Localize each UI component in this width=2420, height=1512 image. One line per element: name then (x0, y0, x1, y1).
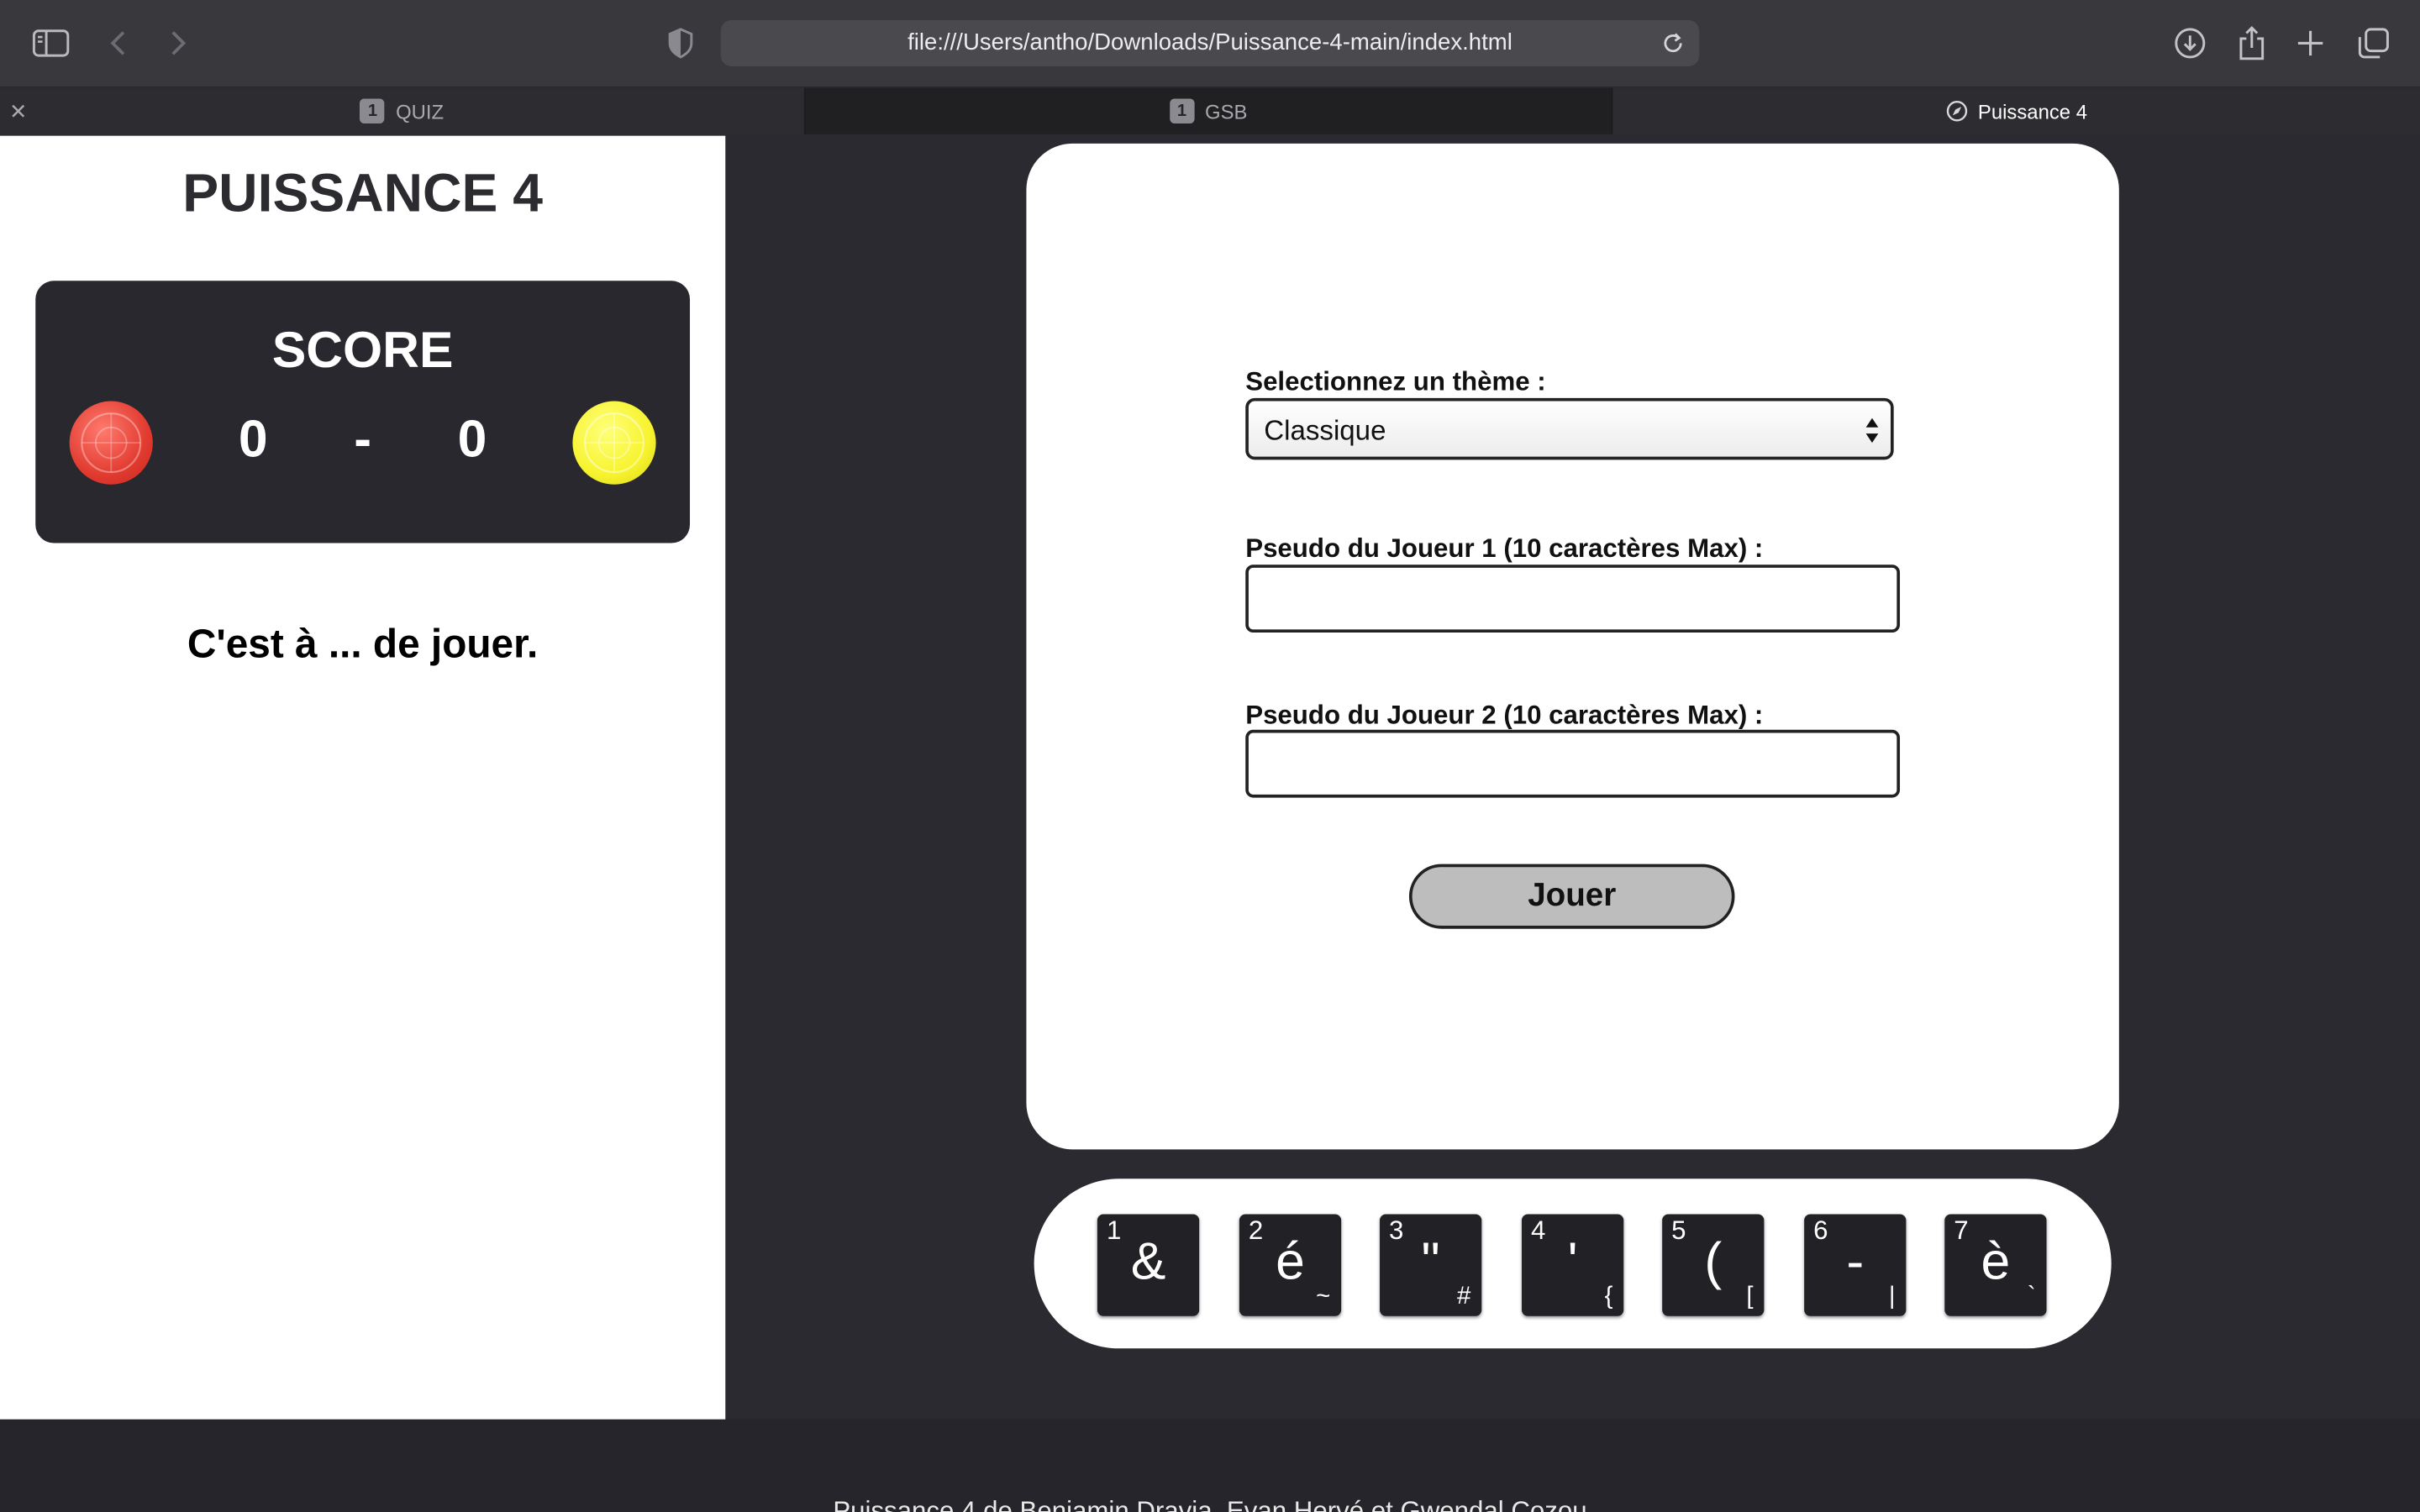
key-char: & (1130, 1232, 1166, 1292)
reload-icon[interactable] (1656, 26, 1690, 60)
key-alt: ~ (1316, 1284, 1331, 1310)
select-arrows-icon (1865, 417, 1879, 444)
player1-score: 0 (238, 410, 268, 470)
game-sidebar: PUISSANCE 4 SCORE 0 - 0 C'est à ... de j… (0, 135, 726, 1420)
privacy-shield-icon[interactable] (659, 22, 702, 65)
column-key-1[interactable]: 1 & (1097, 1214, 1200, 1316)
page-footer: Puissance 4 de Benjamin Dravia, Evan Her… (0, 1419, 2420, 1512)
theme-select-value: Classique (1264, 415, 1386, 446)
tab-puissance-4[interactable]: Puissance 4 (1612, 88, 2420, 134)
player1-label: Pseudo du Joueur 1 (10 caractères Max) : (1245, 533, 1764, 564)
turn-indicator: C'est à ... de jouer. (187, 620, 539, 667)
tab-gsb[interactable]: 1 GSB (805, 87, 1612, 134)
url-text[interactable]: file:///Users/antho/Downloads/Puissance-… (721, 29, 1699, 55)
page-content: PUISSANCE 4 SCORE 0 - 0 C'est à ... de j… (0, 135, 2420, 1512)
forward-icon[interactable] (156, 22, 199, 65)
page-title: PUISSANCE 4 (182, 163, 543, 224)
setup-form-card: Selectionnez un thème : Classique Pseudo… (1026, 143, 2119, 1150)
player1-name-input[interactable] (1245, 564, 1901, 633)
share-icon[interactable] (2230, 22, 2273, 65)
tab-label: QUIZ (396, 99, 445, 123)
tab-label: Puissance 4 (1977, 99, 2088, 123)
column-keys-bar: 1 & 2 é ~ 3 " # 4 ' { 5 ( [6 - | 7 è ` (1034, 1179, 2112, 1349)
red-token-icon (69, 401, 153, 485)
compass-icon (1945, 101, 1967, 122)
sidebar-toggle-icon[interactable] (29, 22, 72, 65)
key-alt: { (1604, 1284, 1613, 1310)
column-key-5[interactable]: 5 ( [ (1662, 1214, 1765, 1316)
theme-label: Selectionnez un thème : (1245, 367, 1546, 397)
player2-score: 0 (457, 410, 487, 470)
new-tab-icon[interactable] (2289, 22, 2332, 65)
column-key-3[interactable]: 3 " # (1380, 1214, 1482, 1316)
key-alt: [ (1746, 1284, 1754, 1310)
player2-label: Pseudo du Joueur 2 (10 caractères Max) : (1245, 700, 1764, 730)
score-title: SCORE (271, 321, 454, 378)
footer-credits: Puissance 4 de Benjamin Dravia, Evan Her… (833, 1496, 1587, 1512)
downloads-icon[interactable] (2169, 22, 2212, 65)
key-alt: # (1457, 1284, 1471, 1310)
key-alt: | (1888, 1284, 1896, 1310)
tab-quiz[interactable]: 1 QUIZ (0, 88, 804, 134)
key-alt: ` (2027, 1284, 2036, 1310)
column-key-4[interactable]: 4 ' { (1522, 1214, 1624, 1316)
tab-bar: ✕ 1 QUIZ 1 GSB Puissance 4 (0, 87, 2420, 134)
column-key-2[interactable]: 2 é ~ (1239, 1214, 1342, 1316)
back-icon[interactable] (97, 22, 140, 65)
screen: file:///Users/antho/Downloads/Puissance-… (0, 0, 2420, 1512)
column-key-6[interactable]: 6 - | (1804, 1214, 1907, 1316)
player2-name-input[interactable] (1245, 729, 1901, 798)
browser-toolbar: file:///Users/antho/Downloads/Puissance-… (0, 0, 2420, 88)
score-separator: - (354, 410, 372, 470)
tab-count-badge: 1 (360, 98, 386, 123)
tab-count-badge: 1 (1169, 98, 1195, 123)
address-bar[interactable]: file:///Users/antho/Downloads/Puissance-… (720, 19, 1700, 66)
column-key-7[interactable]: 7 è ` (1944, 1214, 2047, 1316)
yellow-token-icon (572, 401, 656, 485)
tab-overview-icon[interactable] (2352, 22, 2395, 65)
play-button[interactable]: Jouer (1408, 864, 1735, 929)
tab-label: GSB (1205, 99, 1248, 123)
theme-select[interactable]: Classique (1245, 397, 1894, 460)
score-panel: SCORE 0 - 0 (35, 281, 691, 543)
